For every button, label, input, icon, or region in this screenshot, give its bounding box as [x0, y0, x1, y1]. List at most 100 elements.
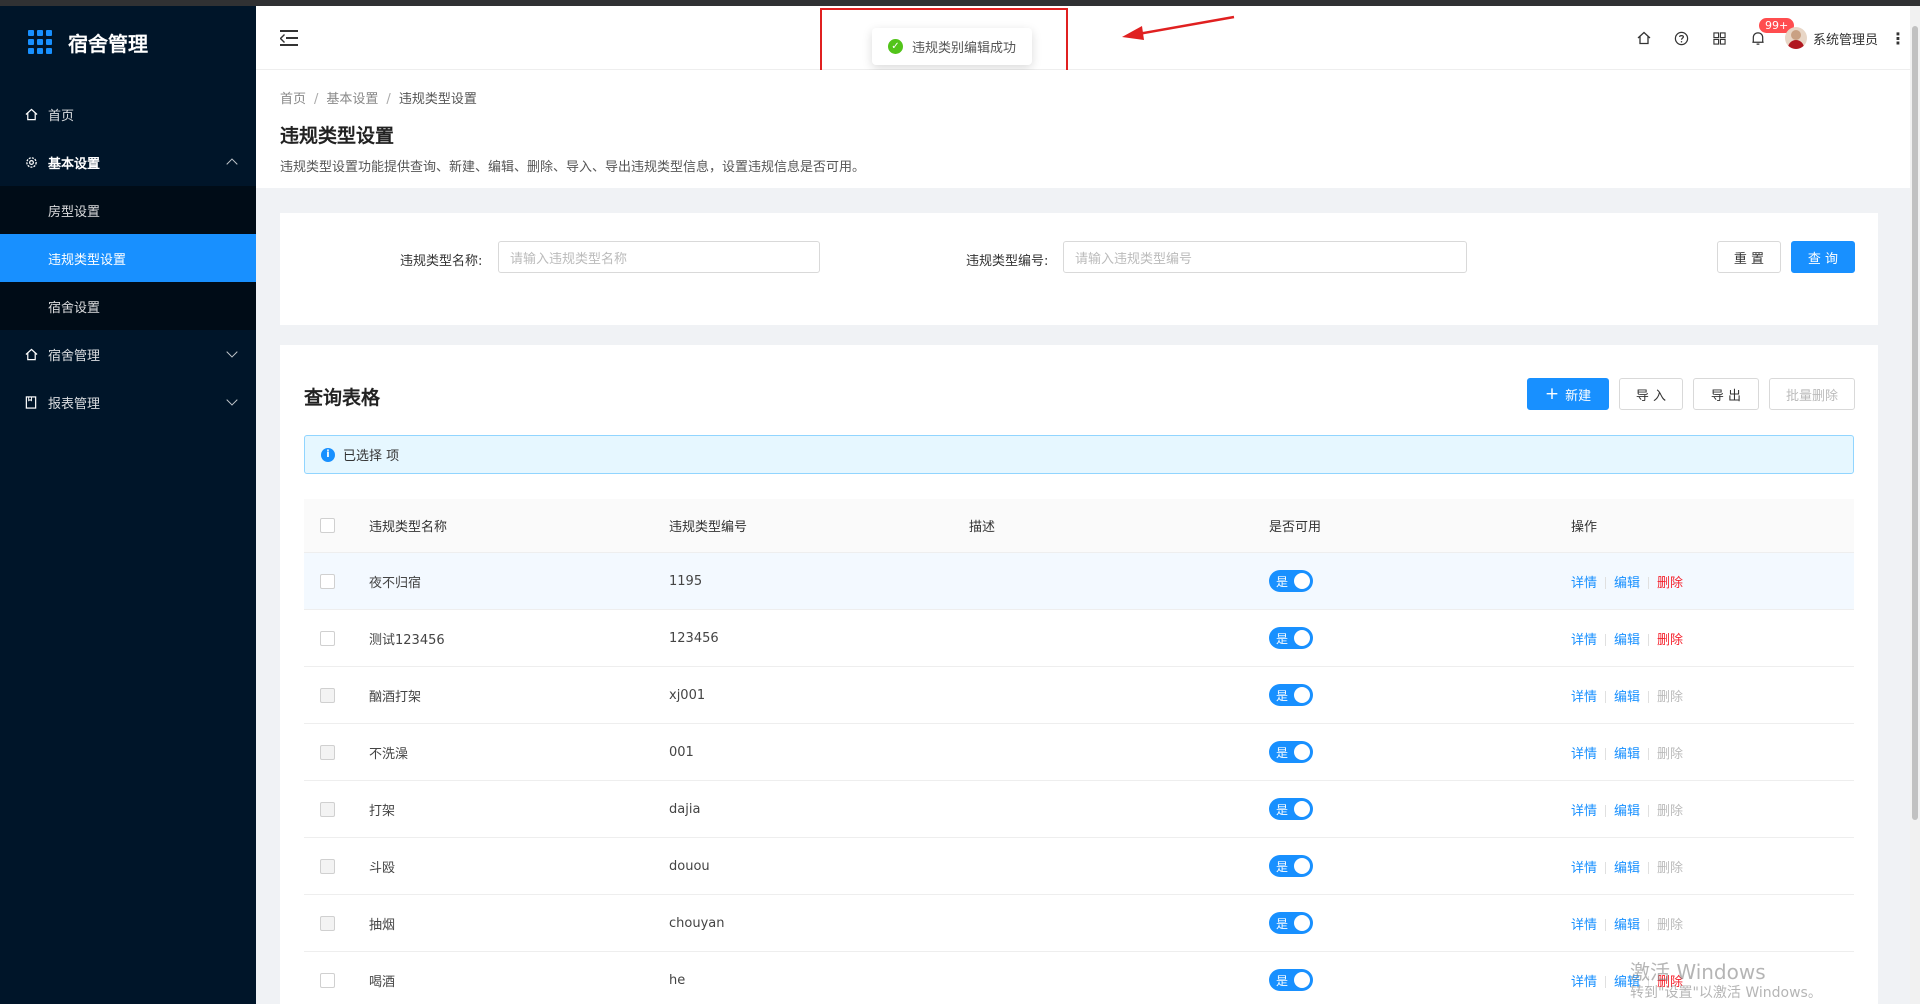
- user-menu[interactable]: 系统管理员: [1784, 27, 1878, 49]
- table-row[interactable]: 抽烟 chouyan 是 详情 编辑 删除: [304, 895, 1854, 952]
- row-checkbox[interactable]: [320, 630, 335, 646]
- detail-link[interactable]: 详情: [1571, 747, 1597, 762]
- info-circle-icon: i: [321, 447, 335, 462]
- more-vertical-icon[interactable]: ⋮: [1890, 29, 1906, 48]
- watermark-line1: 激活 Windows: [1630, 960, 1766, 984]
- sidebar-item-label: 宿舍设置: [48, 300, 101, 316]
- batch-delete-button[interactable]: 批量删除: [1769, 378, 1855, 410]
- enabled-toggle[interactable]: 是: [1269, 627, 1313, 649]
- enabled-toggle[interactable]: 是: [1269, 741, 1313, 763]
- row-checkbox: [320, 744, 335, 760]
- chevron-up-icon: [226, 158, 238, 170]
- detail-link[interactable]: 详情: [1571, 861, 1597, 876]
- home-button[interactable]: [1625, 6, 1663, 70]
- cell-name: 喝酒: [369, 974, 396, 990]
- menu-fold-icon[interactable]: [280, 30, 298, 46]
- enabled-toggle[interactable]: 是: [1269, 684, 1313, 706]
- table-row[interactable]: 不洗澡 001 是 详情 编辑 删除: [304, 724, 1854, 781]
- breadcrumb: 首页 / 基本设置 / 违规类型设置: [280, 92, 477, 107]
- edit-link[interactable]: 编辑: [1614, 633, 1640, 648]
- enabled-toggle[interactable]: 是: [1269, 570, 1313, 592]
- edit-link[interactable]: 编辑: [1614, 747, 1640, 762]
- cell-name: 打架: [369, 803, 396, 819]
- import-button[interactable]: 导 入: [1619, 378, 1683, 410]
- table-row[interactable]: 夜不归宿 1195 是 详情 编辑 删除: [304, 553, 1854, 610]
- edit-link[interactable]: 编辑: [1614, 804, 1640, 819]
- detail-link[interactable]: 详情: [1571, 633, 1597, 648]
- sidebar-item-label: 宿舍管理: [48, 348, 101, 364]
- sidebar-item-room-type[interactable]: 房型设置: [0, 186, 256, 234]
- scrollbar-thumb[interactable]: [1912, 26, 1918, 820]
- detail-link[interactable]: 详情: [1571, 918, 1597, 933]
- export-button[interactable]: 导 出: [1693, 378, 1759, 410]
- home-icon: [1637, 31, 1651, 45]
- selection-alert: i 已选择 项: [304, 435, 1854, 474]
- user-name: 系统管理员: [1812, 32, 1878, 48]
- row-actions: 详情 编辑 删除: [1571, 800, 1854, 819]
- code-filter-input[interactable]: 请输入违规类型编号: [1063, 241, 1467, 273]
- cell-code: xj001: [669, 687, 706, 703]
- sidebar-item-label: 房型设置: [48, 204, 101, 220]
- detail-link[interactable]: 详情: [1571, 576, 1597, 591]
- sidebar-item-dorm-management[interactable]: 宿舍管理: [0, 330, 256, 378]
- enabled-toggle[interactable]: 是: [1269, 798, 1313, 820]
- row-checkbox: [320, 801, 335, 817]
- detail-link[interactable]: 详情: [1571, 804, 1597, 819]
- selection-alert-text: 已选择 项: [343, 449, 400, 464]
- table-row[interactable]: 酗酒打架 xj001 是 详情 编辑 删除: [304, 667, 1854, 724]
- select-all-checkbox[interactable]: [320, 518, 335, 533]
- name-filter-input[interactable]: 请输入违规类型名称: [498, 241, 820, 273]
- sidebar-item-label: 违规类型设置: [48, 252, 127, 268]
- enabled-toggle[interactable]: 是: [1269, 969, 1313, 991]
- table-row[interactable]: 喝酒 he 是 详情 编辑 删除: [304, 952, 1854, 1004]
- edit-link[interactable]: 编辑: [1614, 690, 1640, 705]
- apps-button[interactable]: [1701, 6, 1739, 70]
- detail-link[interactable]: 详情: [1571, 690, 1597, 705]
- page-header: 首页 / 基本设置 / 违规类型设置 违规类型设置 违规类型设置功能提供查询、新建、编辑…: [256, 70, 1910, 188]
- delete-link[interactable]: 删除: [1657, 576, 1683, 591]
- grid-icon: [1713, 31, 1727, 45]
- app-logo[interactable]: 宿舍管理: [0, 6, 256, 78]
- new-button[interactable]: + 新建: [1527, 378, 1609, 410]
- table-row[interactable]: 打架 dajia 是 详情 编辑 删除: [304, 781, 1854, 838]
- detail-link[interactable]: 详情: [1571, 975, 1597, 990]
- reset-button[interactable]: 重 置: [1717, 241, 1781, 273]
- header-actions: 99+ 系统管理员 ⋮: [1625, 6, 1906, 70]
- breadcrumb-basic-settings[interactable]: 基本设置: [326, 92, 378, 107]
- cell-code: 001: [669, 744, 694, 760]
- sidebar-item-dorm-settings[interactable]: 宿舍设置: [0, 282, 256, 330]
- sidebar: 宿舍管理 首页 基本设置 房型设置 违规类型设置 宿舍设置 宿舍管理 报表管理: [0, 6, 256, 1004]
- search-button[interactable]: 查 询: [1791, 241, 1855, 273]
- column-header-code[interactable]: 违规类型编号: [669, 516, 969, 535]
- name-filter-label: 违规类型名称:: [400, 254, 483, 269]
- breadcrumb-home[interactable]: 首页: [280, 92, 306, 107]
- sidebar-item-home[interactable]: 首页: [0, 90, 256, 138]
- watermark-line2: 转到"设置"以激活 Windows。: [1630, 985, 1822, 1001]
- row-checkbox[interactable]: [320, 972, 335, 988]
- table-row[interactable]: 斗殴 douou 是 详情 编辑 删除: [304, 838, 1854, 895]
- column-header-name[interactable]: 违规类型名称: [369, 516, 669, 535]
- row-checkbox[interactable]: [320, 573, 335, 589]
- grid-logo-icon: [28, 30, 52, 54]
- column-header-enabled[interactable]: 是否可用: [1269, 516, 1571, 535]
- delete-link-disabled: 删除: [1657, 803, 1684, 819]
- edit-link[interactable]: 编辑: [1614, 918, 1640, 933]
- edit-link[interactable]: 编辑: [1614, 576, 1640, 591]
- table-row[interactable]: 测试123456 123456 是 详情 编辑 删除: [304, 610, 1854, 667]
- sidebar-item-violation-type[interactable]: 违规类型设置: [0, 234, 256, 282]
- page-scrollbar[interactable]: [1910, 6, 1920, 1004]
- delete-link[interactable]: 删除: [1657, 633, 1683, 648]
- notification-button[interactable]: 99+: [1739, 6, 1795, 70]
- plus-icon: +: [1544, 383, 1560, 404]
- sidebar-item-report-management[interactable]: 报表管理: [0, 378, 256, 426]
- enabled-toggle[interactable]: 是: [1269, 855, 1313, 877]
- edit-link[interactable]: 编辑: [1614, 861, 1640, 876]
- sidebar-item-basic-settings[interactable]: 基本设置: [0, 138, 256, 186]
- app-title: 宿舍管理: [68, 31, 148, 56]
- delete-link-disabled: 删除: [1657, 917, 1684, 933]
- column-header-description[interactable]: 描述: [969, 516, 1269, 535]
- help-button[interactable]: [1663, 6, 1701, 70]
- cell-name: 测试123456: [369, 632, 445, 648]
- row-actions: 详情 编辑 删除: [1571, 629, 1854, 648]
- enabled-toggle[interactable]: 是: [1269, 912, 1313, 934]
